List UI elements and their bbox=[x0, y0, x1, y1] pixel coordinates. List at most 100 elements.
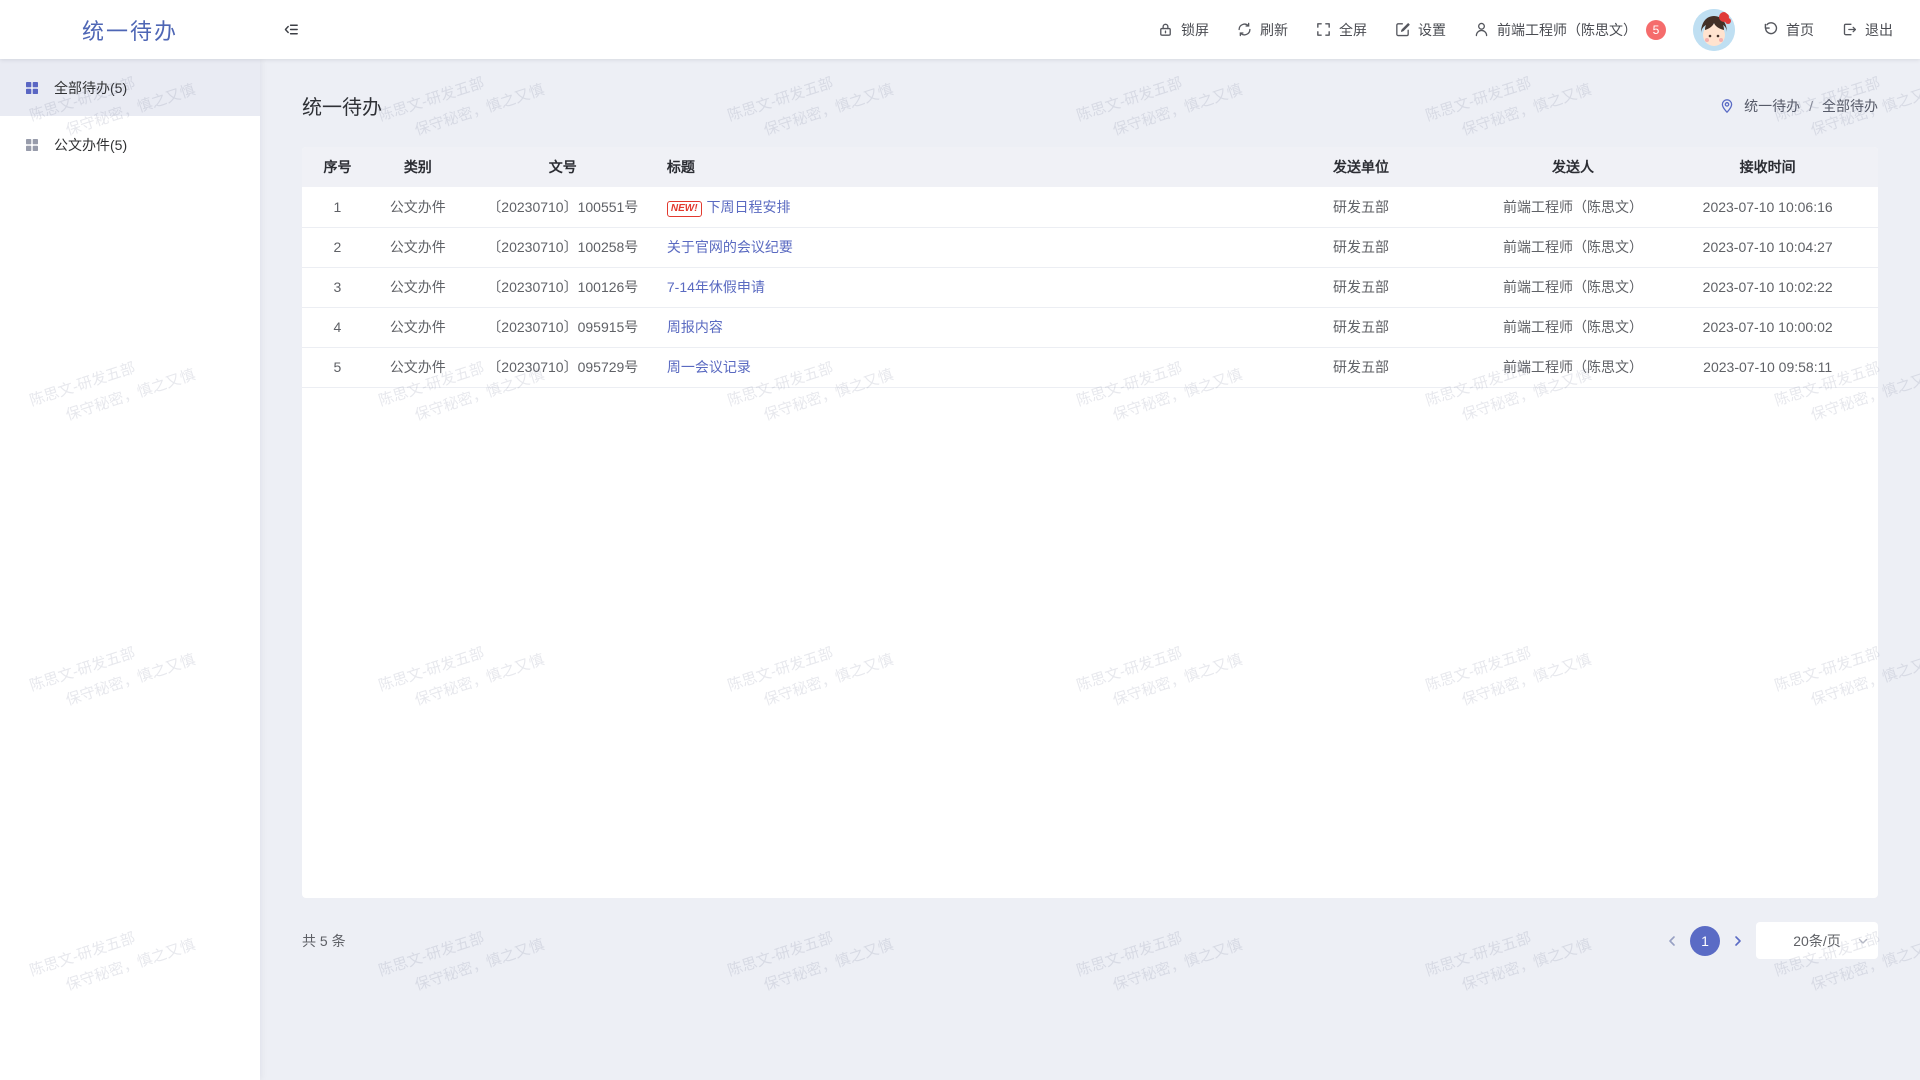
cell-title: 7-14年休假申请 bbox=[663, 267, 1234, 307]
sidebar-item-all-todo[interactable]: 全部待办(5) bbox=[0, 59, 260, 116]
cell-sender: 前端工程师（陈思文） bbox=[1489, 187, 1658, 227]
cell-no: 3 bbox=[302, 267, 373, 307]
lock-icon bbox=[1157, 21, 1174, 38]
app-header: 统一待办 锁屏 刷新 bbox=[0, 0, 1920, 59]
sidebar-fold-icon[interactable] bbox=[283, 21, 300, 38]
location-pin-icon bbox=[1719, 98, 1735, 114]
grid-icon bbox=[24, 137, 40, 153]
column-header-doc-no: 文号 bbox=[463, 147, 663, 187]
page-size-select[interactable]: 20条/页 bbox=[1756, 922, 1878, 959]
column-header-unit: 发送单位 bbox=[1233, 147, 1488, 187]
total-count-label: 共 5 条 bbox=[302, 931, 346, 951]
header-actions: 锁屏 刷新 全屏 bbox=[1157, 9, 1920, 51]
table-row: 3 公文办件 〔20230710〕100126号 7-14年休假申请 研发五部 … bbox=[302, 267, 1878, 307]
pagination: 共 5 条 1 20条/页 bbox=[302, 922, 1878, 959]
cell-no: 2 bbox=[302, 227, 373, 267]
cell-category: 公文办件 bbox=[373, 187, 463, 227]
cell-unit: 研发五部 bbox=[1233, 227, 1488, 267]
column-header-category: 类别 bbox=[373, 147, 463, 187]
cell-no: 1 bbox=[302, 187, 373, 227]
cell-time: 2023-07-10 10:04:27 bbox=[1657, 227, 1878, 267]
cell-unit: 研发五部 bbox=[1233, 267, 1488, 307]
logout-button[interactable]: 退出 bbox=[1841, 20, 1893, 40]
refresh-button[interactable]: 刷新 bbox=[1236, 20, 1288, 40]
todo-card: 序号 类别 文号 标题 发送单位 发送人 接收时间 1 公文办件 〔202307… bbox=[302, 147, 1878, 898]
cell-time: 2023-07-10 10:00:02 bbox=[1657, 307, 1878, 347]
table-row: 5 公文办件 〔20230710〕095729号 周一会议记录 研发五部 前端工… bbox=[302, 347, 1878, 387]
column-header-no: 序号 bbox=[302, 147, 373, 187]
column-header-time: 接收时间 bbox=[1657, 147, 1878, 187]
next-page-button[interactable] bbox=[1732, 935, 1744, 947]
cell-doc-no: 〔20230710〕100126号 bbox=[463, 267, 663, 307]
todo-count-badge: 5 bbox=[1646, 20, 1666, 40]
chevron-down-icon bbox=[1857, 935, 1869, 947]
fullscreen-icon bbox=[1315, 21, 1332, 38]
cell-time: 2023-07-10 10:06:16 bbox=[1657, 187, 1878, 227]
sidebar: 全部待办(5) 公文办件(5) bbox=[0, 59, 260, 1080]
grid-icon bbox=[24, 80, 40, 96]
logout-icon bbox=[1841, 21, 1858, 38]
cell-sender: 前端工程师（陈思文） bbox=[1489, 307, 1658, 347]
user-icon bbox=[1473, 21, 1490, 38]
cell-no: 5 bbox=[302, 347, 373, 387]
breadcrumb-item[interactable]: 全部待办 bbox=[1822, 96, 1878, 116]
todo-title-link[interactable]: 下周日程安排 bbox=[707, 199, 791, 215]
todo-table-body: 1 公文办件 〔20230710〕100551号 NEW! 下周日程安排 研发五部… bbox=[302, 187, 1878, 387]
user-menu[interactable]: 前端工程师（陈思文） 5 bbox=[1473, 20, 1666, 40]
todo-title-link[interactable]: 周一会议记录 bbox=[667, 359, 751, 375]
app-logo: 统一待办 bbox=[0, 14, 260, 46]
cell-sender: 前端工程师（陈思文） bbox=[1489, 347, 1658, 387]
breadcrumb-separator: / bbox=[1809, 98, 1813, 114]
refresh-icon bbox=[1236, 21, 1253, 38]
cell-unit: 研发五部 bbox=[1233, 307, 1488, 347]
cell-unit: 研发五部 bbox=[1233, 347, 1488, 387]
lock-screen-button[interactable]: 锁屏 bbox=[1157, 20, 1209, 40]
table-row: 1 公文办件 〔20230710〕100551号 NEW! 下周日程安排 研发五部… bbox=[302, 187, 1878, 227]
settings-button[interactable]: 设置 bbox=[1394, 20, 1446, 40]
cell-title: NEW! 下周日程安排 bbox=[663, 187, 1234, 227]
breadcrumb-item[interactable]: 统一待办 bbox=[1744, 96, 1800, 116]
cell-time: 2023-07-10 10:02:22 bbox=[1657, 267, 1878, 307]
cell-category: 公文办件 bbox=[373, 307, 463, 347]
cell-category: 公文办件 bbox=[373, 267, 463, 307]
user-name: 前端工程师（陈思文） bbox=[1497, 20, 1637, 40]
main-content: 统一待办 统一待办 / 全部待办 bbox=[260, 59, 1920, 1080]
table-header-row: 序号 类别 文号 标题 发送单位 发送人 接收时间 bbox=[302, 147, 1878, 187]
new-badge: NEW! bbox=[667, 201, 702, 217]
column-header-title: 标题 bbox=[663, 147, 1234, 187]
page-number-button[interactable]: 1 bbox=[1690, 926, 1720, 956]
layout: 全部待办(5) 公文办件(5) 统一待办 统 bbox=[0, 59, 1920, 1080]
fullscreen-button[interactable]: 全屏 bbox=[1315, 20, 1367, 40]
cell-category: 公文办件 bbox=[373, 347, 463, 387]
cell-category: 公文办件 bbox=[373, 227, 463, 267]
home-button[interactable]: 首页 bbox=[1762, 20, 1814, 40]
cell-time: 2023-07-10 09:58:11 bbox=[1657, 347, 1878, 387]
cell-sender: 前端工程师（陈思文） bbox=[1489, 267, 1658, 307]
todo-table: 序号 类别 文号 标题 发送单位 发送人 接收时间 1 公文办件 〔202307… bbox=[302, 147, 1878, 388]
settings-icon bbox=[1394, 21, 1411, 38]
sidebar-item-official-docs[interactable]: 公文办件(5) bbox=[0, 116, 260, 173]
prev-page-button[interactable] bbox=[1666, 935, 1678, 947]
page-title: 统一待办 bbox=[302, 91, 382, 120]
table-row: 2 公文办件 〔20230710〕100258号 关于官网的会议纪要 研发五部 … bbox=[302, 227, 1878, 267]
cell-title: 关于官网的会议纪要 bbox=[663, 227, 1234, 267]
user-avatar[interactable] bbox=[1693, 9, 1735, 51]
back-home-icon bbox=[1762, 21, 1779, 38]
sidebar-item-label: 全部待办(5) bbox=[54, 78, 127, 98]
cell-title: 周一会议记录 bbox=[663, 347, 1234, 387]
todo-title-link[interactable]: 7-14年休假申请 bbox=[667, 279, 765, 295]
cell-unit: 研发五部 bbox=[1233, 187, 1488, 227]
page-size-value: 20条/页 bbox=[1793, 931, 1840, 951]
table-row: 4 公文办件 〔20230710〕095915号 周报内容 研发五部 前端工程师… bbox=[302, 307, 1878, 347]
cell-no: 4 bbox=[302, 307, 373, 347]
cell-doc-no: 〔20230710〕095729号 bbox=[463, 347, 663, 387]
cell-title: 周报内容 bbox=[663, 307, 1234, 347]
todo-title-link[interactable]: 周报内容 bbox=[667, 319, 723, 335]
cell-doc-no: 〔20230710〕095915号 bbox=[463, 307, 663, 347]
sidebar-item-label: 公文办件(5) bbox=[54, 135, 127, 155]
todo-title-link[interactable]: 关于官网的会议纪要 bbox=[667, 239, 793, 255]
breadcrumb: 统一待办 / 全部待办 bbox=[1719, 96, 1878, 116]
cell-doc-no: 〔20230710〕100258号 bbox=[463, 227, 663, 267]
cell-sender: 前端工程师（陈思文） bbox=[1489, 227, 1658, 267]
cell-doc-no: 〔20230710〕100551号 bbox=[463, 187, 663, 227]
